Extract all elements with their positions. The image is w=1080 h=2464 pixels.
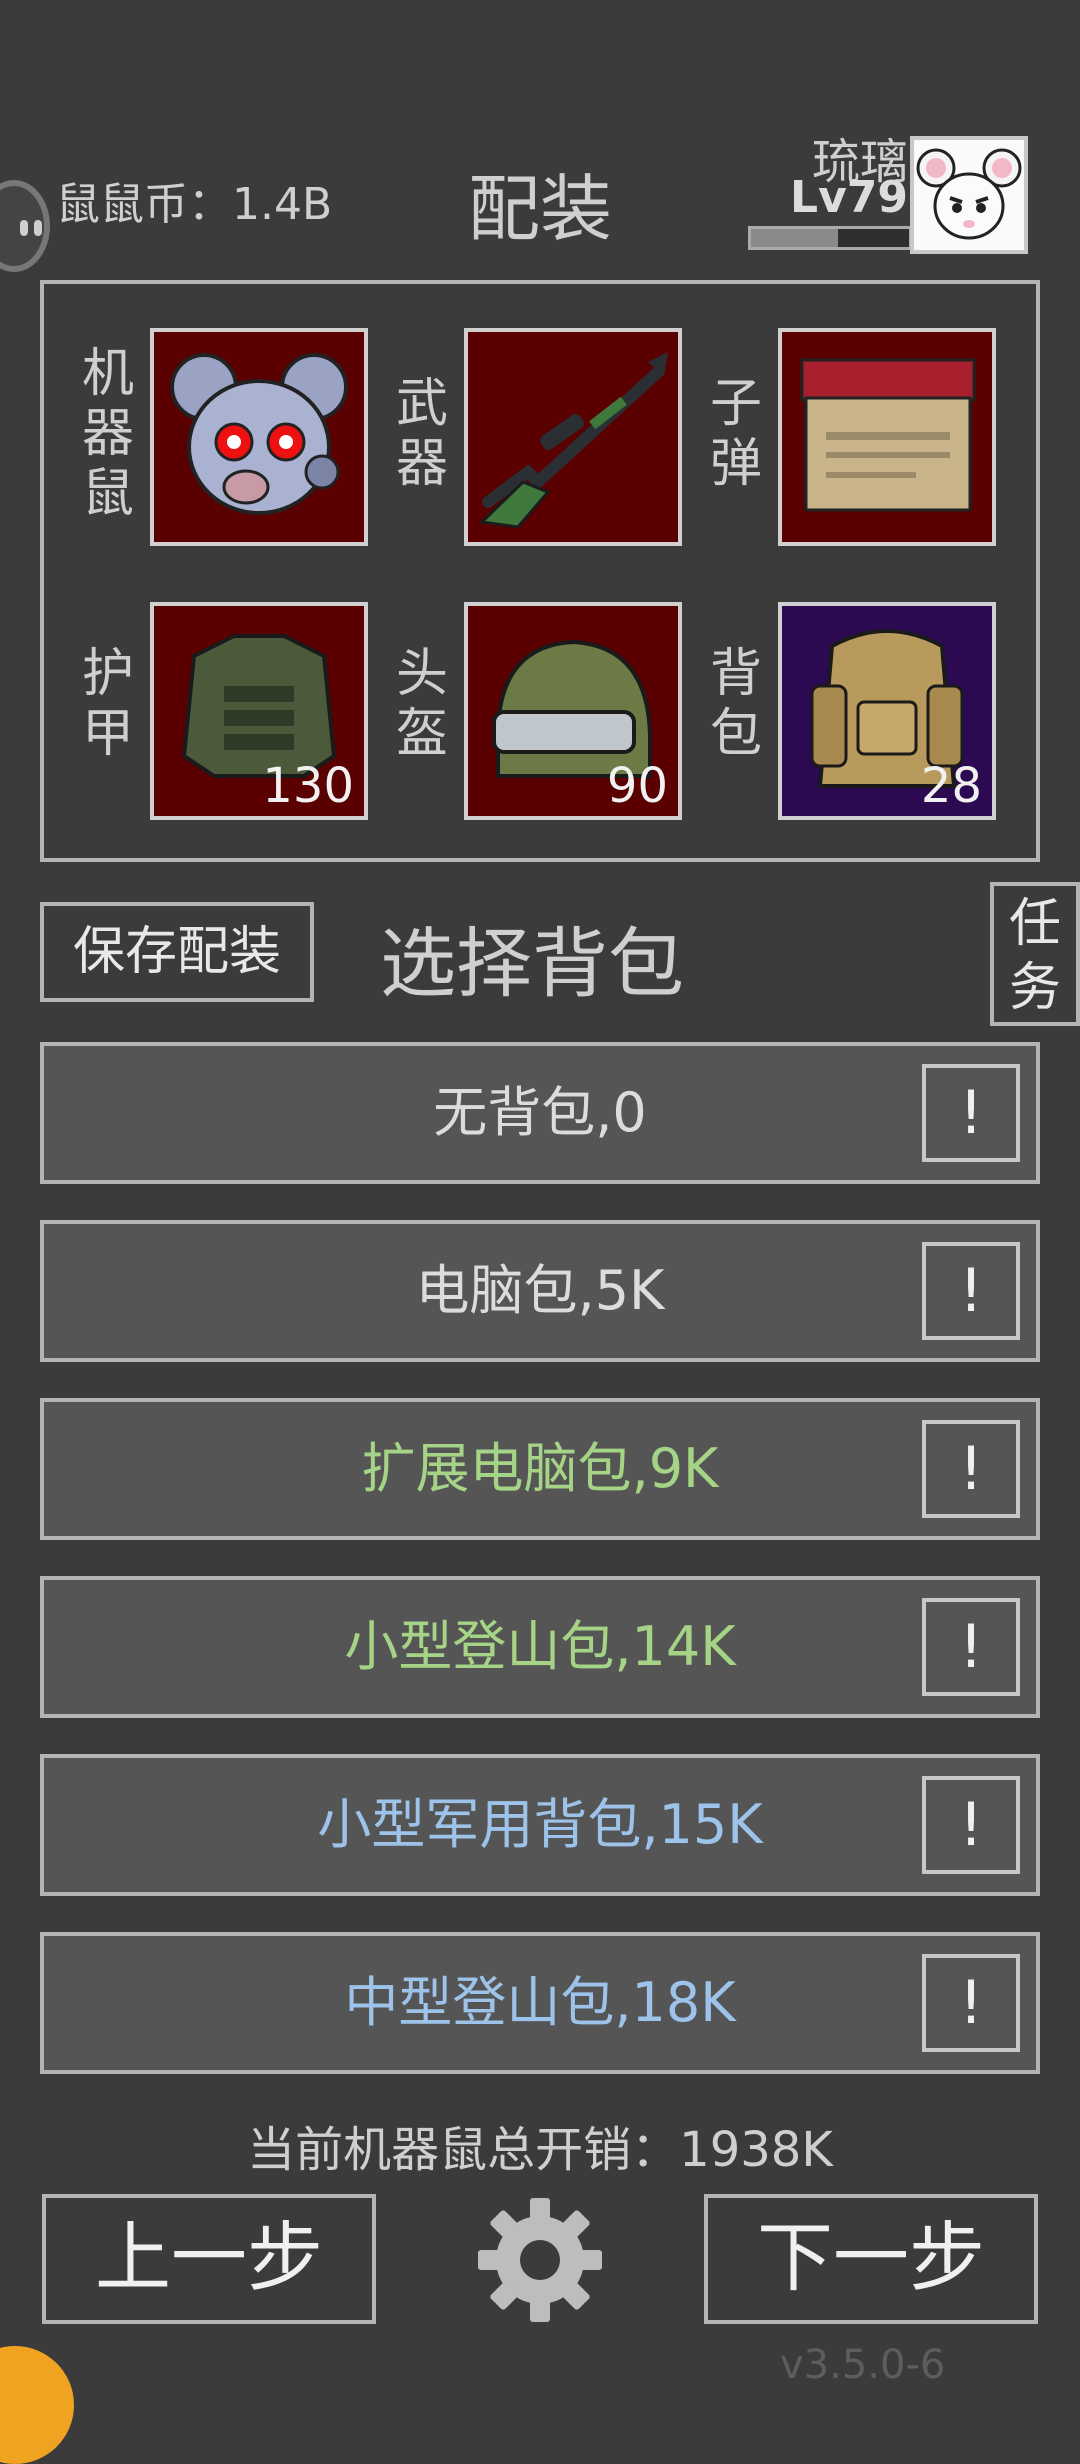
info-button[interactable]: ! bbox=[922, 1420, 1020, 1518]
xp-progress-bar bbox=[748, 226, 912, 250]
list-item[interactable]: 电脑包,5K ! bbox=[40, 1220, 1040, 1362]
ammo-box-icon bbox=[800, 358, 976, 512]
xp-progress-fill bbox=[751, 229, 838, 247]
slot-label-ammo: 子弹 bbox=[709, 374, 762, 494]
slot-weapon[interactable] bbox=[464, 328, 682, 546]
slot-label-armor: 护甲 bbox=[81, 644, 134, 764]
armor-durability: 130 bbox=[262, 758, 354, 814]
task-button[interactable]: 任务 bbox=[990, 882, 1080, 1026]
helmet-durability: 90 bbox=[606, 758, 668, 814]
list-item[interactable]: 中型登山包,18K ! bbox=[40, 1932, 1040, 2074]
backpack-option-label: 小型登山包,14K bbox=[344, 1615, 736, 1678]
backpack-option-label: 电脑包,5K bbox=[415, 1259, 665, 1322]
info-button[interactable]: ! bbox=[922, 1064, 1020, 1162]
loadout-panel: 机器鼠 武器 子弹 护甲 130 头盔 90 背包 28 bbox=[40, 280, 1040, 862]
slot-label-robot-mouse: 机器鼠 bbox=[81, 344, 134, 524]
slot-backpack[interactable]: 28 bbox=[778, 602, 996, 820]
backpack-capacity: 28 bbox=[920, 758, 982, 814]
version-label: v3.5.0-6 bbox=[780, 2342, 946, 2388]
backpack-option-label: 扩展电脑包,9K bbox=[361, 1437, 719, 1500]
backpack-option-label: 小型军用背包,15K bbox=[317, 1793, 763, 1856]
info-button[interactable]: ! bbox=[922, 1598, 1020, 1696]
slot-label-backpack: 背包 bbox=[709, 644, 762, 764]
avatar[interactable] bbox=[910, 136, 1028, 254]
slot-helmet[interactable]: 90 bbox=[464, 602, 682, 820]
list-item[interactable]: 小型登山包,14K ! bbox=[40, 1576, 1040, 1718]
slot-label-weapon: 武器 bbox=[395, 374, 448, 494]
player-level: Lv79 bbox=[790, 172, 908, 223]
sniper-rifle-icon bbox=[478, 352, 668, 529]
section-title: 选择背包 bbox=[380, 919, 684, 1008]
backpack-option-label: 中型登山包,18K bbox=[344, 1971, 736, 2034]
slot-label-helmet: 头盔 bbox=[395, 644, 448, 764]
info-button[interactable]: ! bbox=[922, 1954, 1020, 2052]
slot-ammo[interactable] bbox=[778, 328, 996, 546]
list-item[interactable]: 小型军用背包,15K ! bbox=[40, 1754, 1040, 1896]
mouse-avatar-icon bbox=[916, 148, 1022, 240]
list-item[interactable]: 无背包,0 ! bbox=[40, 1042, 1040, 1184]
slot-armor[interactable]: 130 bbox=[150, 602, 368, 820]
next-step-button[interactable]: 下一步 bbox=[704, 2194, 1038, 2324]
task-button-label: 任务 bbox=[1008, 894, 1061, 1018]
robot-mouse-icon bbox=[170, 353, 348, 515]
gear-icon[interactable] bbox=[474, 2194, 606, 2326]
list-item[interactable]: 扩展电脑包,9K ! bbox=[40, 1398, 1040, 1540]
backpack-option-label: 无背包,0 bbox=[433, 1081, 647, 1144]
prev-step-button[interactable]: 上一步 bbox=[42, 2194, 376, 2324]
info-button[interactable]: ! bbox=[922, 1242, 1020, 1340]
info-button[interactable]: ! bbox=[922, 1776, 1020, 1874]
total-cost: 当前机器鼠总开销：1938K bbox=[247, 2122, 833, 2178]
floating-assistant-button[interactable] bbox=[0, 2346, 74, 2464]
slot-robot-mouse[interactable] bbox=[150, 328, 368, 546]
save-loadout-button[interactable]: 保存配装 bbox=[40, 902, 314, 1002]
